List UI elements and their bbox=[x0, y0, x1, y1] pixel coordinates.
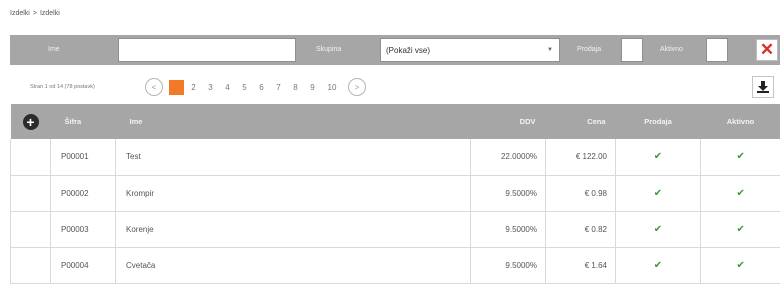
table-row[interactable]: P00003 Korenje 9.5000% € 0.82 ✔ ✔ bbox=[10, 211, 780, 247]
check-icon: ✔ bbox=[615, 175, 701, 211]
pager-page-1[interactable]: 1 bbox=[169, 79, 184, 95]
sale-filter-label: Prodaja bbox=[577, 46, 602, 53]
chevron-left-icon: < bbox=[151, 82, 157, 92]
pager-page-5[interactable]: 5 bbox=[237, 80, 252, 95]
table-row[interactable]: P00004 Cvetača 9.5000% € 1.64 ✔ ✔ bbox=[10, 247, 780, 283]
pager: < 1 2 3 4 5 6 7 8 9 10 > bbox=[140, 78, 371, 96]
active-filter-checkbox[interactable] bbox=[706, 38, 728, 62]
price-cell: € 0.82 bbox=[545, 211, 616, 247]
column-header-active[interactable]: Aktivno bbox=[701, 104, 780, 139]
name-cell: Test bbox=[115, 139, 471, 175]
filter-bar: Ime Skupina (Pokaži vse) ▼ Prodaja Aktiv… bbox=[10, 35, 780, 65]
breadcrumb-current: Izdelki bbox=[39, 10, 60, 17]
name-filter-label: Ime bbox=[48, 46, 60, 53]
breadcrumb-separator: > bbox=[32, 10, 37, 17]
row-select-cell[interactable] bbox=[10, 211, 51, 247]
column-header-price[interactable]: Cena bbox=[546, 104, 616, 139]
pager-page-10[interactable]: 10 bbox=[322, 80, 342, 95]
plus-circle-icon[interactable]: + bbox=[22, 113, 39, 130]
row-select-cell[interactable] bbox=[10, 247, 51, 283]
vat-cell: 9.5000% bbox=[470, 175, 546, 211]
pager-next-button[interactable]: > bbox=[348, 78, 366, 96]
column-header-code[interactable]: Šifra bbox=[51, 104, 116, 139]
products-table: + Šifra Ime DDV Cena Prodaja Aktivno P00… bbox=[10, 104, 780, 284]
close-icon: ✕ bbox=[759, 40, 775, 59]
price-cell: € 0.98 bbox=[545, 175, 616, 211]
check-icon: ✔ bbox=[615, 247, 701, 283]
download-icon bbox=[757, 81, 769, 93]
pager-info: Stran 1 od 14 (78 postavk) bbox=[30, 84, 95, 90]
column-header-name[interactable]: Ime bbox=[116, 104, 471, 139]
breadcrumb: Izdelki > Izdelki bbox=[10, 10, 60, 17]
name-cell: Krompir bbox=[115, 175, 471, 211]
pager-page-3[interactable]: 3 bbox=[203, 80, 218, 95]
pager-page-8[interactable]: 8 bbox=[288, 80, 303, 95]
price-cell: € 1.64 bbox=[545, 247, 616, 283]
table-row[interactable]: P00001 Test 22.0000% € 122.00 ✔ ✔ bbox=[10, 139, 780, 175]
name-cell: Cvetača bbox=[115, 247, 471, 283]
row-select-cell[interactable] bbox=[10, 175, 51, 211]
name-filter-input[interactable] bbox=[118, 38, 296, 62]
group-filter-label: Skupina bbox=[316, 46, 342, 53]
clear-filter-button[interactable]: ✕ bbox=[756, 39, 778, 61]
row-select-cell[interactable] bbox=[10, 139, 51, 175]
check-icon: ✔ bbox=[700, 247, 780, 283]
active-filter-label: Aktivno bbox=[660, 46, 683, 53]
chevron-right-icon: > bbox=[354, 82, 360, 92]
price-cell: € 122.00 bbox=[545, 139, 616, 175]
vat-cell: 22.0000% bbox=[470, 139, 546, 175]
table-row[interactable]: P00002 Krompir 9.5000% € 0.98 ✔ ✔ bbox=[10, 175, 780, 211]
vat-cell: 9.5000% bbox=[470, 211, 546, 247]
sale-filter-checkbox[interactable] bbox=[621, 38, 643, 62]
pager-page-7[interactable]: 7 bbox=[271, 80, 286, 95]
code-cell: P00002 bbox=[50, 175, 116, 211]
chevron-down-icon: ▼ bbox=[547, 47, 553, 53]
check-icon: ✔ bbox=[615, 211, 701, 247]
check-icon: ✔ bbox=[700, 175, 780, 211]
check-icon: ✔ bbox=[700, 139, 780, 175]
pager-page-9[interactable]: 9 bbox=[305, 80, 320, 95]
pager-page-2[interactable]: 2 bbox=[186, 80, 201, 95]
column-header-sale[interactable]: Prodaja bbox=[616, 104, 701, 139]
export-button[interactable] bbox=[752, 76, 774, 98]
group-filter-value: (Pokaži vse) bbox=[386, 45, 431, 55]
group-filter-select[interactable]: (Pokaži vse) ▼ bbox=[380, 38, 560, 62]
table-header-row: + Šifra Ime DDV Cena Prodaja Aktivno bbox=[10, 104, 780, 139]
column-header-vat[interactable]: DDV bbox=[471, 104, 546, 139]
breadcrumb-link-products[interactable]: Izdelki bbox=[10, 10, 30, 17]
check-icon: ✔ bbox=[700, 211, 780, 247]
code-cell: P00001 bbox=[50, 139, 116, 175]
code-cell: P00004 bbox=[50, 247, 116, 283]
check-icon: ✔ bbox=[615, 139, 701, 175]
code-cell: P00003 bbox=[50, 211, 116, 247]
add-row-cell: + bbox=[11, 104, 51, 139]
pager-page-6[interactable]: 6 bbox=[254, 80, 269, 95]
name-cell: Korenje bbox=[115, 211, 471, 247]
pager-prev-button[interactable]: < bbox=[145, 78, 163, 96]
vat-cell: 9.5000% bbox=[470, 247, 546, 283]
pager-page-4[interactable]: 4 bbox=[220, 80, 235, 95]
